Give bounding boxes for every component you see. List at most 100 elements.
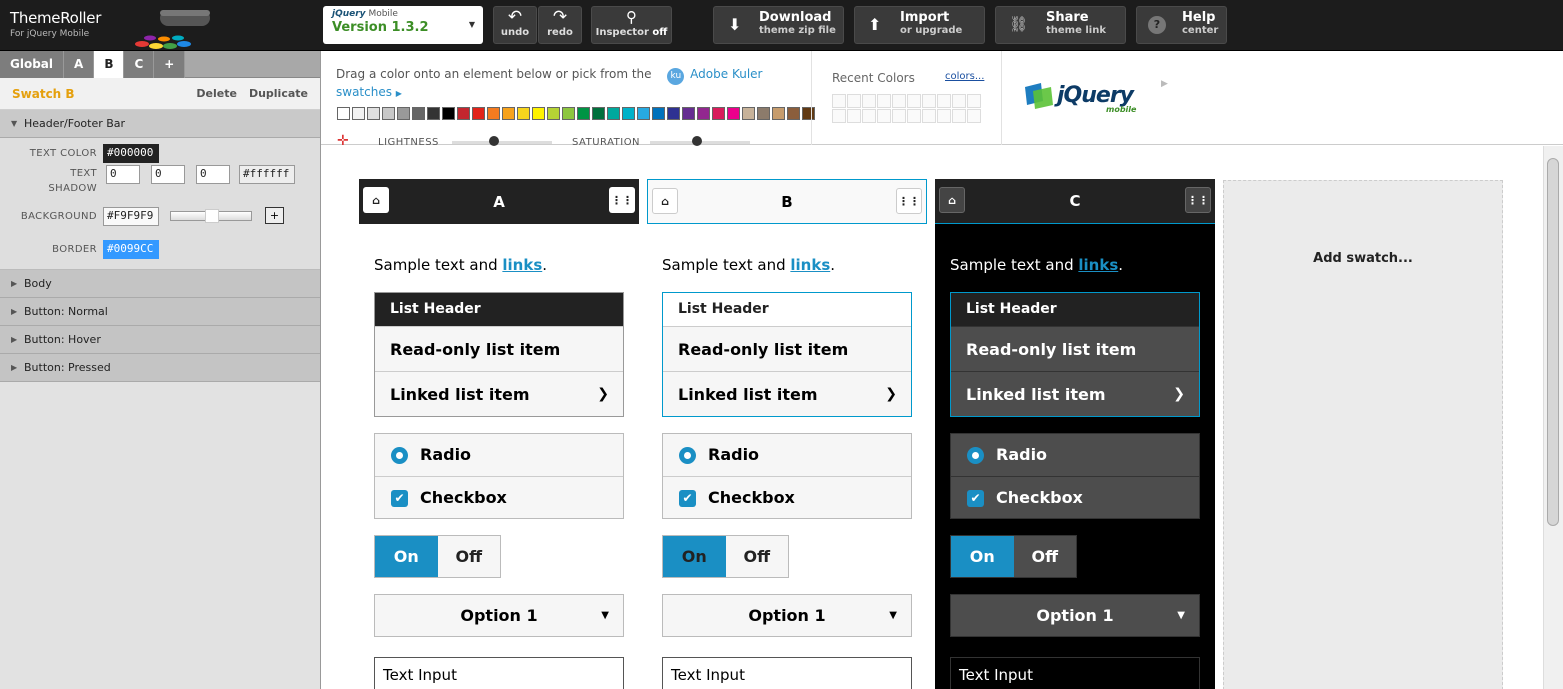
import-button[interactable]: ⬆ Import or upgrade <box>854 6 985 44</box>
add-swatch-button[interactable]: Add swatch... <box>1223 180 1503 689</box>
color-swatch[interactable] <box>682 107 695 120</box>
gradient-slider[interactable] <box>170 209 252 223</box>
tab-global[interactable]: Global <box>0 51 65 78</box>
version-select[interactable]: jQuery Mobile Version 1.3.2 ▼ <box>323 6 483 44</box>
color-swatch[interactable] <box>547 107 560 120</box>
tab-swatch-b[interactable]: B <box>94 51 125 78</box>
text-input[interactable]: Text Input <box>662 657 912 689</box>
slider-handle[interactable] <box>205 209 219 223</box>
home-icon[interactable]: ⌂ <box>939 187 965 213</box>
recent-color-slot[interactable] <box>847 94 861 108</box>
redo-button[interactable]: ↷ redo <box>538 6 582 44</box>
recent-color-slot[interactable] <box>937 94 951 108</box>
section-button-hover[interactable]: ▶ Button: Hover <box>0 326 320 354</box>
color-swatch[interactable] <box>577 107 590 120</box>
checkbox-option[interactable]: ✔ Checkbox <box>663 476 911 518</box>
undo-button[interactable]: ↶ undo <box>493 6 537 44</box>
recent-color-slot[interactable] <box>847 109 861 123</box>
sample-link[interactable]: links <box>790 256 830 274</box>
color-swatch[interactable] <box>562 107 575 120</box>
recent-color-slot[interactable] <box>937 109 951 123</box>
text-input[interactable]: Text Input <box>950 657 1200 689</box>
color-swatch[interactable] <box>337 107 350 120</box>
recent-color-slot[interactable] <box>967 109 981 123</box>
checkbox-option[interactable]: ✔ Checkbox <box>375 476 623 518</box>
color-swatch[interactable] <box>532 107 545 120</box>
radio-option[interactable]: Radio <box>663 434 911 476</box>
recent-color-slot[interactable] <box>907 94 921 108</box>
recent-color-slot[interactable] <box>832 94 846 108</box>
grid-icon[interactable]: ⋮⋮ <box>609 187 635 213</box>
color-swatch[interactable] <box>742 107 755 120</box>
color-swatch[interactable] <box>427 107 440 120</box>
recent-color-slot[interactable] <box>967 94 981 108</box>
color-swatch[interactable] <box>757 107 770 120</box>
select-menu[interactable]: Option 1 ▼ <box>662 594 912 637</box>
color-swatch[interactable] <box>397 107 410 120</box>
recent-color-slot[interactable] <box>862 109 876 123</box>
linked-list-item[interactable]: Linked list item ❯ <box>375 371 623 416</box>
color-swatch[interactable] <box>607 107 620 120</box>
tab-swatch-a[interactable]: A <box>64 51 95 78</box>
grid-icon[interactable]: ⋮⋮ <box>896 188 922 214</box>
shadow-color-field[interactable]: #ffffff <box>239 165 295 184</box>
preview-scrollbar[interactable] <box>1543 146 1563 689</box>
color-swatch[interactable] <box>352 107 365 120</box>
color-swatch[interactable] <box>442 107 455 120</box>
recent-color-slot[interactable] <box>952 94 966 108</box>
add-swatch-tab[interactable]: + <box>154 51 186 78</box>
background-field[interactable]: #F9F9F9 <box>103 207 159 226</box>
flip-off[interactable]: Off <box>725 536 788 577</box>
color-swatch[interactable] <box>802 107 815 120</box>
scrollbar-thumb[interactable] <box>1547 158 1559 526</box>
flip-switch[interactable]: On Off <box>374 535 501 578</box>
section-header-footer-bar[interactable]: ▼ Header/Footer Bar <box>0 110 320 138</box>
recent-color-slot[interactable] <box>862 94 876 108</box>
recent-color-slot[interactable] <box>877 109 891 123</box>
color-swatch[interactable] <box>727 107 740 120</box>
section-body[interactable]: ▶ Body <box>0 270 320 298</box>
flip-off[interactable]: Off <box>437 536 500 577</box>
radio-option[interactable]: Radio <box>951 434 1199 476</box>
saturation-handle[interactable] <box>692 136 702 146</box>
flip-switch[interactable]: On Off <box>950 535 1077 578</box>
color-swatch[interactable] <box>637 107 650 120</box>
add-background-button[interactable]: + <box>265 207 284 224</box>
linked-list-item[interactable]: Linked list item ❯ <box>951 371 1199 416</box>
shadow-blur-field[interactable]: 0 <box>196 165 230 184</box>
color-swatch[interactable] <box>712 107 725 120</box>
colors-link[interactable]: colors... <box>945 71 984 82</box>
color-swatch[interactable] <box>697 107 710 120</box>
recent-color-slot[interactable] <box>877 94 891 108</box>
flip-switch[interactable]: On Off <box>662 535 789 578</box>
color-swatch[interactable] <box>487 107 500 120</box>
recent-color-slot[interactable] <box>892 109 906 123</box>
linked-list-item[interactable]: Linked list item ❯ <box>663 371 911 416</box>
color-swatch[interactable] <box>367 107 380 120</box>
recent-color-slot[interactable] <box>907 109 921 123</box>
color-swatch[interactable] <box>502 107 515 120</box>
checkbox-option[interactable]: ✔ Checkbox <box>951 476 1199 518</box>
color-swatch[interactable] <box>652 107 665 120</box>
radio-option[interactable]: Radio <box>375 434 623 476</box>
inspector-toggle[interactable]: ⚲ Inspector off <box>591 6 672 44</box>
triangle-right-icon[interactable]: ▶ <box>1161 79 1168 89</box>
recent-color-slot[interactable] <box>922 109 936 123</box>
flip-on[interactable]: On <box>663 536 726 577</box>
shadow-x-field[interactable]: 0 <box>106 165 140 184</box>
section-button-pressed[interactable]: ▶ Button: Pressed <box>0 354 320 382</box>
select-menu[interactable]: Option 1 ▼ <box>950 594 1200 637</box>
home-icon[interactable]: ⌂ <box>652 188 678 214</box>
recent-color-slot[interactable] <box>832 109 846 123</box>
color-swatch[interactable] <box>592 107 605 120</box>
color-swatch[interactable] <box>787 107 800 120</box>
flip-on[interactable]: On <box>951 536 1014 577</box>
select-menu[interactable]: Option 1 ▼ <box>374 594 624 637</box>
recent-color-slot[interactable] <box>952 109 966 123</box>
duplicate-swatch-button[interactable]: Duplicate <box>249 87 308 100</box>
kuler-swatches-link[interactable]: swatches <box>336 85 392 99</box>
shadow-y-field[interactable]: 0 <box>151 165 185 184</box>
share-button[interactable]: ⛓ Share theme link <box>995 6 1126 44</box>
delete-swatch-button[interactable]: Delete <box>196 87 237 100</box>
border-color-field[interactable]: #0099CC <box>103 240 159 259</box>
